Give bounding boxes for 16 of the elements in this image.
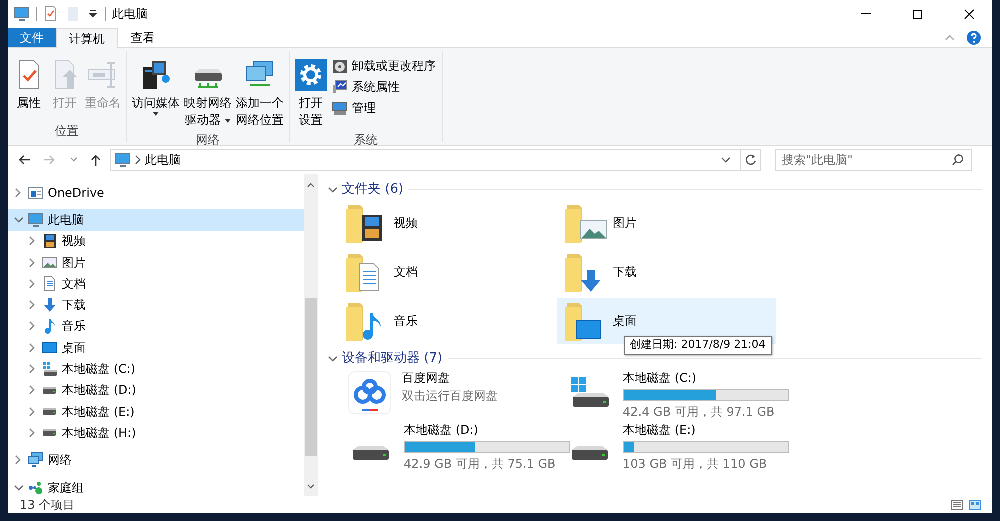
group-label: 系统 — [353, 132, 379, 149]
item-count: 13 个项目 — [20, 496, 76, 514]
window-title: 此电脑 — [112, 6, 148, 23]
folder-name: 视频 — [394, 215, 418, 232]
folder-name: 音乐 — [394, 313, 418, 330]
folder-name: 图片 — [613, 215, 637, 232]
app-description: 双击运行百度网盘 — [402, 388, 498, 405]
tooltip: 创建日期: 2017/8/9 21:04 — [624, 336, 772, 354]
folder-name: 桌面 — [613, 313, 637, 330]
folder-name: 文档 — [394, 264, 418, 281]
drive-space: 42.9 GB 可用，共 75.1 GB — [404, 456, 557, 473]
folder-name: 下载 — [613, 264, 637, 281]
group-label: 网络 — [195, 132, 221, 149]
drive-space: 103 GB 可用，共 110 GB — [623, 456, 768, 473]
group-label: 位置 — [54, 123, 80, 140]
drive-space: 42.4 GB 可用，共 97.1 GB — [623, 404, 776, 421]
